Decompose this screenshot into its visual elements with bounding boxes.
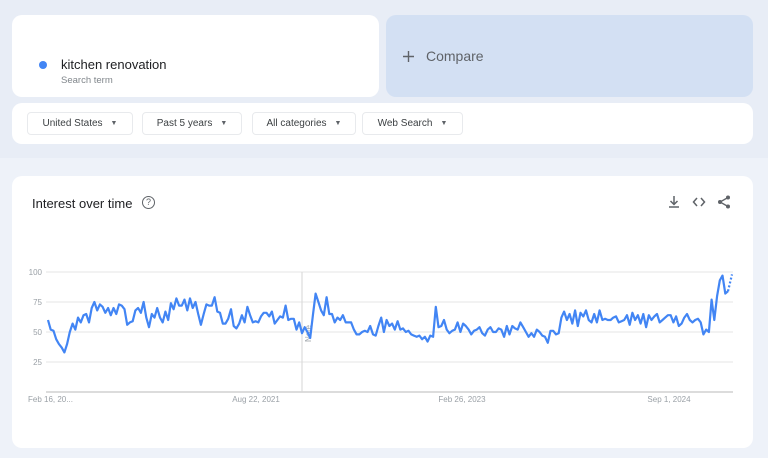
line-chart: 100755025NoteFeb 16, 20... Aug 22, 2021 Fe…: [28, 268, 734, 404]
x-tick-label: Aug 22, 2021: [232, 395, 280, 404]
x-tick-label: Feb 16, 20...: [28, 395, 73, 404]
y-tick-label: 100: [29, 268, 43, 277]
y-tick-label: 75: [33, 298, 42, 307]
series-partial-line: [726, 274, 734, 292]
y-tick-label: 50: [33, 328, 42, 337]
x-tick-label: Sep 1, 2024: [647, 395, 691, 404]
y-tick-label: 25: [33, 358, 42, 367]
series-line: [46, 274, 729, 354]
x-tick-label: Feb 26, 2023: [438, 395, 486, 404]
